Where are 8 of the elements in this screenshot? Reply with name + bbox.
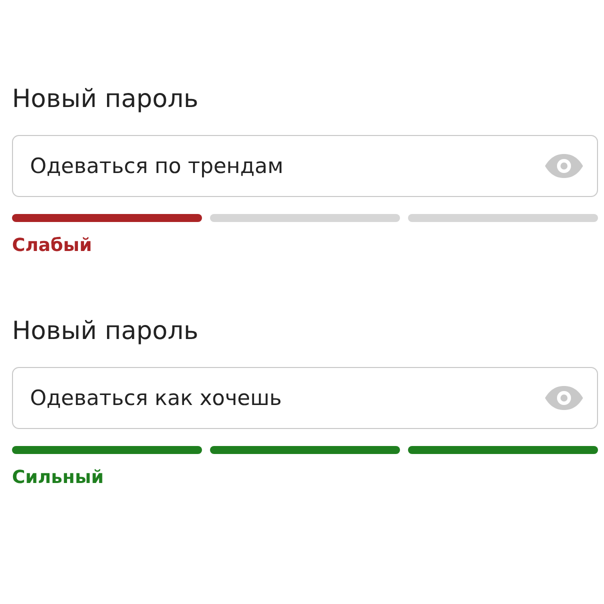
password-field[interactable]: Одеваться как хочешь	[12, 367, 598, 429]
field-label: Новый пароль	[12, 84, 198, 113]
strength-label: Сильный	[12, 467, 104, 488]
eye-icon[interactable]	[544, 385, 584, 411]
strength-label: Слабый	[12, 235, 92, 256]
field-label: Новый пароль	[12, 316, 198, 345]
eye-icon[interactable]	[544, 153, 584, 179]
password-field[interactable]: Одеваться по трендам	[12, 135, 598, 197]
